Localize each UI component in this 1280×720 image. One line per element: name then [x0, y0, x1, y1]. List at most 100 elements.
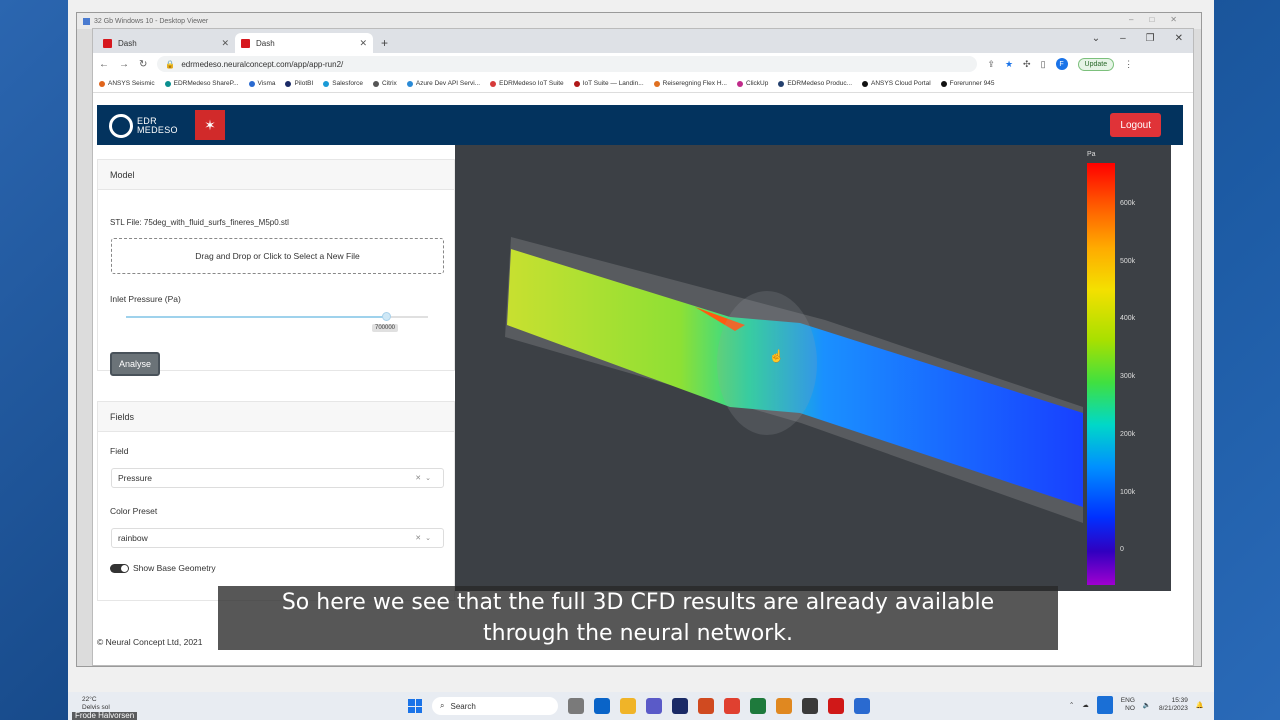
subtitle-line-1: So here we see that the full 3D CFD resu…: [281, 590, 995, 615]
remote-desktop-icon[interactable]: [854, 698, 870, 714]
task-view-icon[interactable]: [568, 698, 584, 714]
toolbar-actions: ⇪ ★ ✣ ▯ F Update ⋮: [987, 57, 1133, 71]
logout-button[interactable]: Logout: [1110, 113, 1161, 137]
taskbar-search[interactable]: ⌕ Search: [432, 697, 558, 715]
bookmark-icon: [736, 80, 743, 87]
color-preset-select[interactable]: rainbow ✕⌄: [111, 528, 444, 548]
bookmark-item[interactable]: IoT Suite — Landin...: [573, 80, 644, 87]
bookmark-icon: [406, 80, 413, 87]
volume-icon[interactable]: 🔈: [1143, 701, 1151, 709]
bookmark-item[interactable]: Azure Dev API Servi...: [406, 80, 480, 87]
bookmark-item[interactable]: Forerunner 945: [940, 80, 994, 87]
bookmark-item[interactable]: EDRMedeso Produc...: [778, 80, 852, 87]
bookmark-item[interactable]: ClickUp: [736, 80, 768, 87]
analyse-button[interactable]: Analyse: [110, 352, 160, 376]
bookmark-item[interactable]: Salesforce: [323, 80, 363, 87]
back-icon[interactable]: ←: [99, 59, 109, 70]
base-geometry-label: Show Base Geometry: [133, 563, 216, 573]
chevron-up-icon[interactable]: ⌃: [1069, 701, 1074, 709]
close-tab-icon[interactable]: ✕: [221, 38, 229, 49]
menu-icon[interactable]: ⋮: [1124, 59, 1133, 70]
browser-tab-1[interactable]: Dash ✕: [97, 33, 235, 53]
bookmark-item[interactable]: Citrix: [373, 80, 397, 87]
slider-handle[interactable]: [382, 312, 391, 321]
reload-icon[interactable]: ↻: [139, 59, 147, 70]
powerpoint-icon[interactable]: [698, 698, 714, 714]
new-tab-button[interactable]: +: [373, 33, 396, 53]
file-explorer-icon[interactable]: [620, 698, 636, 714]
base-geometry-toggle[interactable]: [110, 563, 129, 573]
bookmark-item[interactable]: EDRMedeso IoT Suite: [490, 80, 564, 87]
slider-value-tooltip: 700000: [372, 324, 399, 332]
microphone-icon[interactable]: [1096, 696, 1113, 714]
star-icon[interactable]: ★: [1005, 59, 1013, 70]
app-header: EDR MEDESO ✶ Logout: [97, 105, 1183, 145]
taskbar-apps: [568, 698, 870, 714]
pipe-pressure-render[interactable]: [455, 145, 1171, 591]
weather-temp: 22°C: [82, 696, 97, 703]
colorbar-tick: 0: [1120, 546, 1124, 553]
extensions-icon[interactable]: ✣: [1023, 59, 1031, 70]
inlet-pressure-label: Inlet Pressure (Pa): [110, 294, 181, 304]
cloud-icon[interactable]: ☁: [1082, 701, 1089, 709]
bookmark-item[interactable]: Visma: [248, 80, 275, 87]
pressure-colorbar: [1087, 163, 1115, 585]
bookmark-icon: [248, 80, 255, 87]
app-h-icon[interactable]: [672, 698, 688, 714]
edr-medeso-logo: EDR MEDESO: [109, 114, 178, 138]
language-indicator[interactable]: ENG NO: [1121, 697, 1135, 713]
acrobat-icon[interactable]: [828, 698, 844, 714]
teams-icon[interactable]: [646, 698, 662, 714]
chrome-icon[interactable]: [724, 698, 740, 714]
pinned-app-icon[interactable]: [776, 698, 792, 714]
search-icon: ⌕: [440, 701, 445, 710]
address-bar[interactable]: 🔒 edrmedeso.neuralconcept.com/app/app-ru…: [157, 56, 978, 72]
bookmark-item[interactable]: PilotBI: [285, 80, 313, 87]
file-dropzone[interactable]: Drag and Drop or Click to Select a New F…: [111, 238, 444, 274]
browser-window: Dash ✕ Dash ✕ + ⌄ – ❐ ✕ ← → ↻ 🔒 edrmedes…: [92, 28, 1194, 666]
browser-toolbar: ← → ↻ 🔒 edrmedeso.neuralconcept.com/app/…: [93, 53, 1193, 75]
system-tray: ⌃ ☁ ENG NO 🔈 15:39 8/21/2023 🔔: [1069, 696, 1204, 714]
forward-icon[interactable]: →: [119, 59, 129, 70]
bookmark-icon: [285, 80, 292, 87]
profile-avatar[interactable]: F: [1055, 58, 1068, 70]
colorbar-tick: 500k: [1120, 258, 1136, 265]
close-icon[interactable]: ✕: [1175, 33, 1183, 44]
field-select[interactable]: Pressure ✕⌄: [111, 468, 444, 488]
base-geometry-toggle-row: Show Base Geometry: [110, 563, 216, 573]
weather-widget[interactable]: 22°C Delvis sol: [82, 696, 110, 712]
bookmark-item[interactable]: EDRMedeso ShareP...: [164, 80, 239, 87]
colorbar-tick: 200k: [1120, 431, 1136, 438]
windows-start-icon[interactable]: [408, 699, 422, 713]
close-tab-icon[interactable]: ✕: [359, 38, 367, 49]
video-subtitle: So here we see that the full 3D CFD resu…: [218, 586, 1058, 650]
sidepanel-icon[interactable]: ▯: [1041, 59, 1046, 70]
dash-favicon-icon: [241, 38, 250, 48]
colorbar-tick: 400k: [1120, 315, 1136, 322]
color-preset-label: Color Preset: [110, 506, 158, 516]
chevron-down-icon[interactable]: ⌄: [1092, 33, 1100, 44]
viewer-window-controls[interactable]: –□✕: [1129, 15, 1193, 24]
excel-icon[interactable]: [750, 698, 766, 714]
clock[interactable]: 15:39 8/21/2023: [1159, 697, 1188, 713]
calculator-icon[interactable]: [802, 698, 818, 714]
clear-chevron-icon[interactable]: ✕⌄: [415, 474, 435, 482]
share-icon[interactable]: ⇪: [987, 59, 995, 70]
maximize-icon[interactable]: ❐: [1146, 33, 1155, 44]
control-sidebar: Model STL File: 75deg_with_fluid_surfs_f…: [97, 145, 455, 653]
minimize-icon[interactable]: –: [1120, 33, 1126, 44]
update-button[interactable]: Update: [1077, 57, 1115, 71]
inlet-pressure-slider[interactable]: 700000: [126, 312, 428, 332]
cfd-3d-viewport[interactable]: ☝ Pa 600k 500k 400k 300k 200k 100k 0: [455, 145, 1171, 591]
bookmark-item[interactable]: ANSYS Seismic: [99, 80, 155, 87]
browser-tab-2[interactable]: Dash ✕: [235, 33, 373, 53]
viewer-title: 32 Gb Windows 10 - Desktop Viewer: [94, 17, 209, 25]
notification-icon[interactable]: 🔔: [1196, 701, 1204, 709]
bookmark-item[interactable]: Reiseregning Flex H...: [653, 80, 727, 87]
tab-strip: Dash ✕ Dash ✕ + ⌄ – ❐ ✕: [93, 29, 1193, 53]
clear-chevron-icon[interactable]: ✕⌄: [415, 534, 435, 542]
bookmark-item[interactable]: ANSYS Cloud Portal: [862, 80, 931, 87]
lang-1: ENG: [1120, 697, 1135, 704]
colorbar-tick: 100k: [1120, 489, 1136, 496]
outlook-icon[interactable]: [594, 698, 610, 714]
